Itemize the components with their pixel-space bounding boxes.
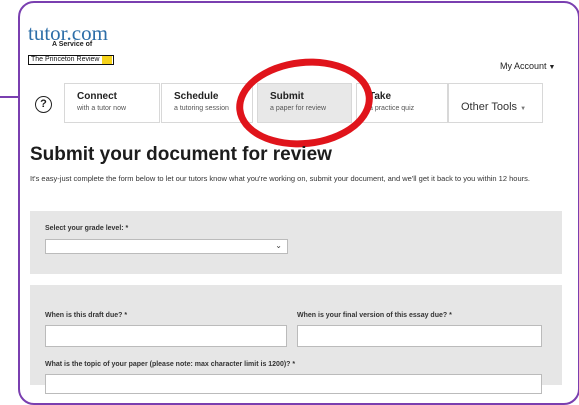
grade-level-panel: Select your grade level: * ⌄ (30, 211, 562, 274)
logo-tagline: A Service of (52, 41, 93, 48)
tab-submit-label: Submit (270, 91, 304, 102)
tab-submit[interactable]: Submit a paper for review (257, 83, 352, 123)
due-dates-panel: When is this draft due? * When is your f… (30, 285, 562, 394)
tab-connect[interactable]: Connect with a tutor now (64, 83, 160, 123)
draft-due-label: When is this draft due? * (45, 312, 128, 319)
caret-down-icon: ▼ (520, 106, 527, 112)
tab-submit-sub: a paper for review (270, 105, 327, 112)
topic-label: What is the topic of your paper (please … (45, 361, 296, 368)
tutor-com-logo[interactable]: tutor.com A Service of The Princeton Rev… (28, 23, 128, 66)
tab-schedule-sub: a tutoring session (174, 105, 229, 112)
tab-connect-label: Connect (77, 91, 117, 102)
app-window: tutor.com A Service of The Princeton Rev… (18, 1, 579, 405)
intro-text: It's easy-just complete the form below t… (30, 174, 530, 183)
grade-level-label: Select your grade level: * (45, 225, 129, 232)
my-account-menu[interactable]: My Account ▼ (500, 61, 555, 71)
other-tools-label: Other Tools (461, 101, 518, 113)
help-icon[interactable]: ? (35, 96, 52, 113)
princeton-review-badge: The Princeton Review (28, 55, 115, 65)
topic-field[interactable] (45, 374, 542, 394)
tab-other-tools[interactable]: Other Tools ▼ (448, 83, 543, 123)
chevron-down-icon: ⌄ (275, 241, 282, 250)
tab-take-sub: a practice quiz (369, 105, 415, 112)
tab-take-label: Take (369, 91, 392, 102)
tab-schedule-label: Schedule (174, 91, 219, 102)
tab-take[interactable]: Take a practice quiz (356, 83, 448, 123)
draft-due-field[interactable] (45, 325, 287, 347)
logo-wordmark: tutor.com (28, 21, 108, 45)
page-title: Submit your document for review (30, 144, 332, 165)
tab-schedule[interactable]: Schedule a tutoring session (161, 83, 253, 123)
tab-connect-sub: with a tutor now (77, 105, 127, 112)
caret-down-icon: ▼ (548, 64, 556, 71)
final-due-field[interactable] (297, 325, 542, 347)
callout-connector-line (0, 96, 20, 98)
grade-level-select[interactable]: ⌄ (45, 239, 288, 254)
my-account-label: My Account (500, 61, 547, 71)
final-due-label: When is your final version of this essay… (297, 312, 452, 319)
